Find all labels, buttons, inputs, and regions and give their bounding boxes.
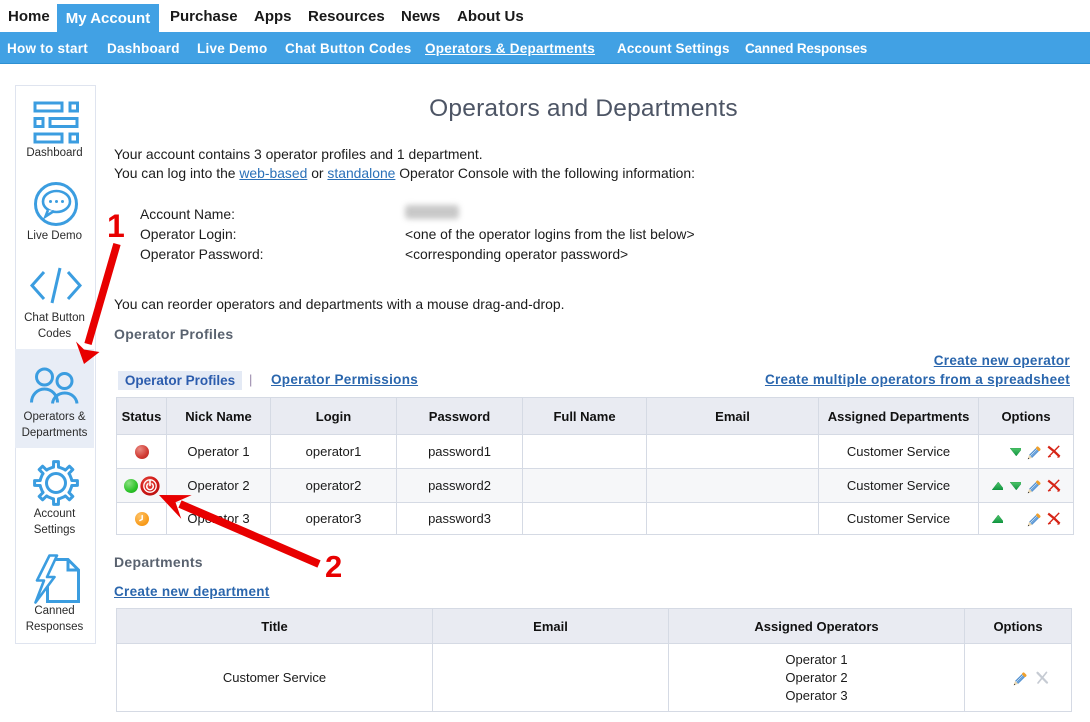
svg-text:1: 1 <box>107 208 125 244</box>
svg-text:2: 2 <box>325 549 342 584</box>
